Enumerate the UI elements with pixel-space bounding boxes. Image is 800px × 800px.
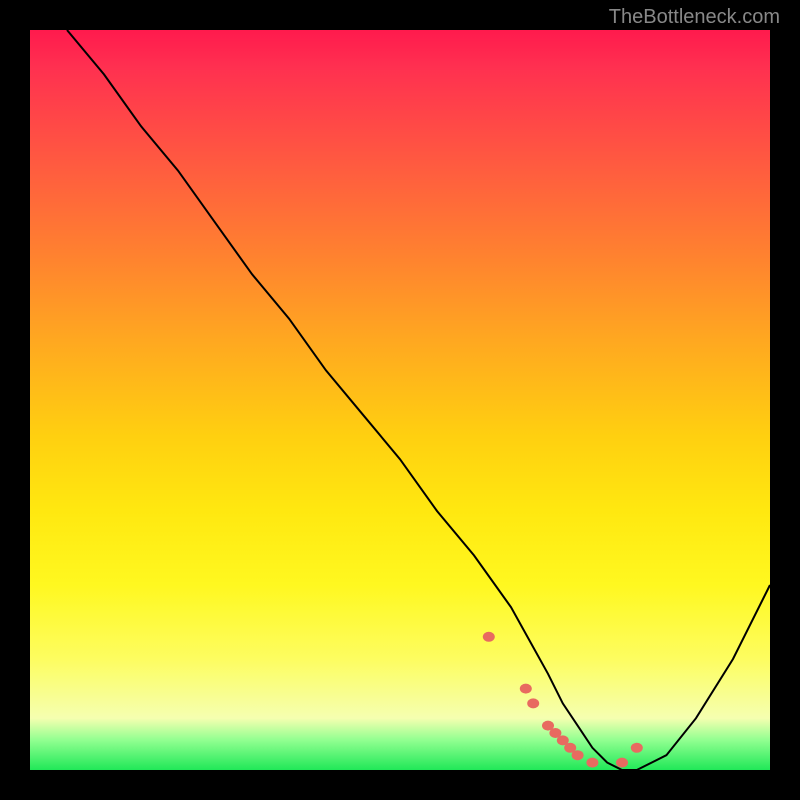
chart-gradient-background	[30, 30, 770, 770]
watermark-text: TheBottleneck.com	[609, 6, 780, 29]
